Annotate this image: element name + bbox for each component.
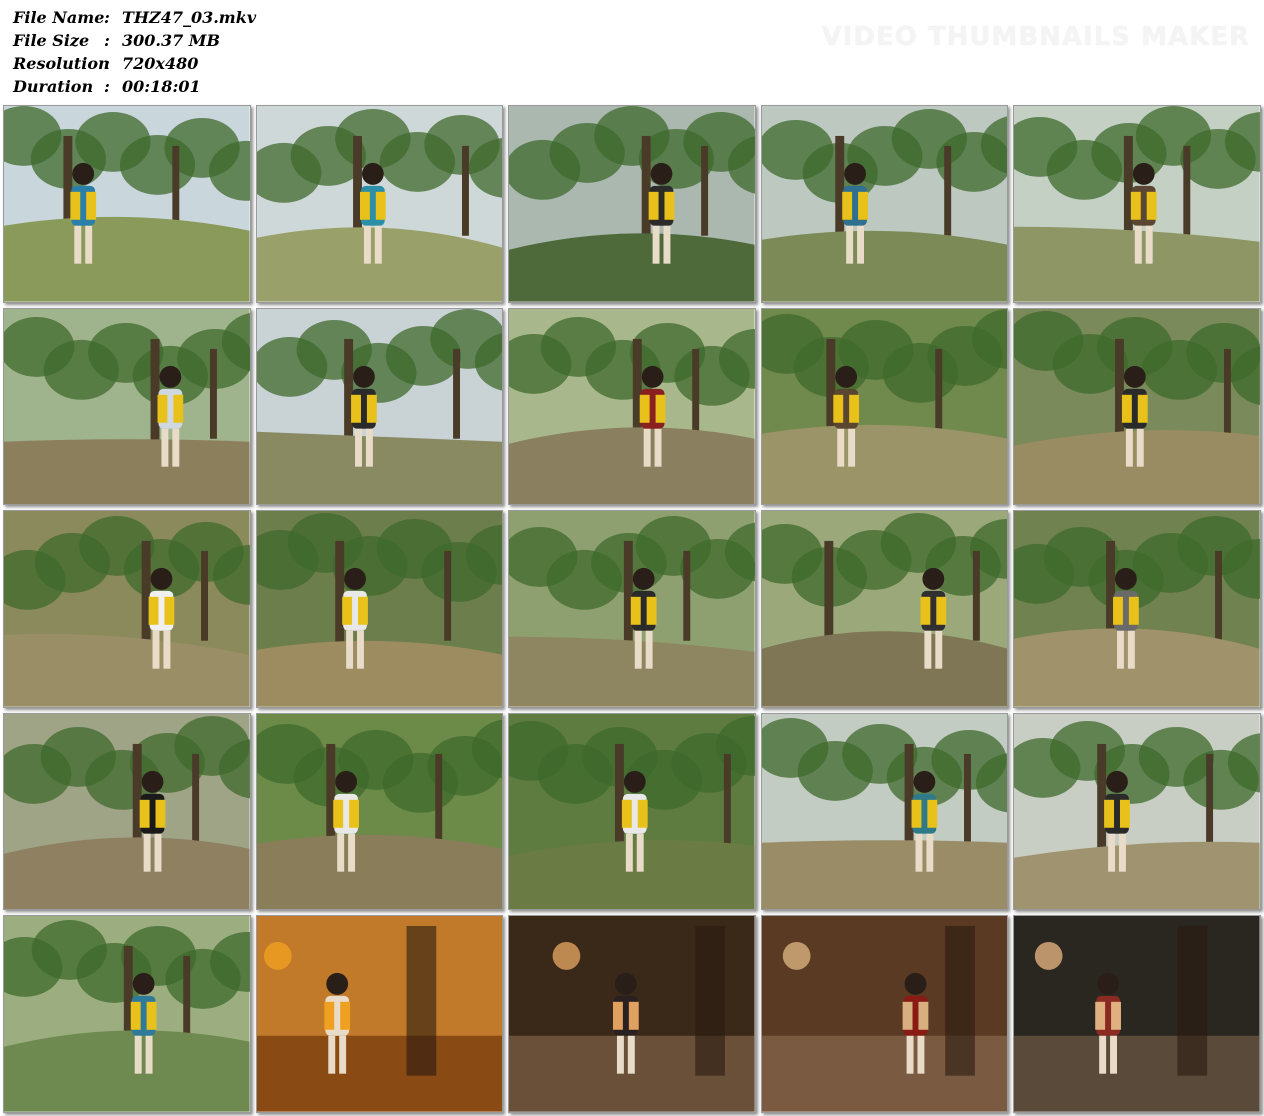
file-info-panel: File Name : THZ47_03.mkv File Size : 300… xyxy=(13,6,256,98)
thumbnail-frame xyxy=(760,510,1009,708)
thumbnail-frame xyxy=(508,915,756,1113)
thumbnail-frame xyxy=(508,307,756,506)
file-name-row: File Name : THZ47_03.mkv xyxy=(13,6,256,29)
thumbnail-frame xyxy=(508,712,756,911)
separator: : xyxy=(104,54,110,73)
thumbnail-image xyxy=(1014,106,1260,302)
thumbnail-image xyxy=(761,308,1008,505)
thumbnail-image xyxy=(1014,916,1260,1112)
thumbnail-frame xyxy=(3,307,251,506)
duration-label: Duration xyxy=(13,77,94,96)
thumbnail-image xyxy=(256,916,503,1112)
thumbnail-frame xyxy=(760,105,1009,303)
thumbnail-frame xyxy=(255,510,504,708)
thumbnail-image xyxy=(1014,713,1260,910)
thumbnail-image xyxy=(256,713,503,910)
file-size-value: 300.37 MB xyxy=(122,31,221,50)
thumbnail-image xyxy=(509,916,755,1112)
file-name-label: File Name xyxy=(13,8,105,27)
thumbnail-frame xyxy=(1013,510,1261,708)
thumbnail-frame xyxy=(3,712,251,911)
thumbnail-image xyxy=(256,308,503,505)
thumbnail-image xyxy=(509,308,755,505)
file-size-label: File Size xyxy=(13,31,90,50)
thumbnail-image xyxy=(761,511,1008,707)
thumbnail-image xyxy=(509,106,755,302)
thumbnail-frame xyxy=(1013,307,1261,506)
thumbnail-image xyxy=(4,511,250,707)
thumbnail-image xyxy=(761,916,1008,1112)
thumbnail-frame xyxy=(3,915,251,1113)
thumbnail-image xyxy=(1014,308,1260,505)
thumbnail-frame xyxy=(255,307,504,506)
thumbnail-image xyxy=(1014,511,1260,707)
thumbnail-image xyxy=(4,916,250,1112)
thumbnail-frame xyxy=(3,510,251,708)
separator: : xyxy=(104,77,110,96)
resolution-label: Resolution xyxy=(13,54,110,73)
thumbnail-frame xyxy=(1013,712,1261,911)
thumbnail-image xyxy=(509,713,755,910)
thumbnail-image xyxy=(761,106,1008,302)
thumbnail-frame xyxy=(3,105,251,303)
thumbnail-frame xyxy=(255,105,504,303)
thumbnail-frame xyxy=(508,510,756,708)
thumbnail-image xyxy=(4,308,250,505)
thumbnail-image xyxy=(4,106,250,302)
thumbnail-frame xyxy=(1013,105,1261,303)
duration-value: 00:18:01 xyxy=(122,77,201,96)
watermark-logo: VIDEO THUMBNAILS MAKER xyxy=(821,22,1250,52)
resolution-row: Resolution : 720x480 xyxy=(13,52,256,75)
separator: : xyxy=(104,31,110,50)
thumbnail-image xyxy=(256,106,503,302)
separator: : xyxy=(104,8,110,27)
thumbnail-image xyxy=(4,713,250,910)
thumbnail-frame xyxy=(760,712,1009,911)
file-name-value: THZ47_03.mkv xyxy=(122,8,257,27)
thumbnail-grid xyxy=(3,105,1261,1113)
thumbnail-frame xyxy=(508,105,756,303)
thumbnail-frame xyxy=(760,307,1009,506)
file-size-row: File Size : 300.37 MB xyxy=(13,29,256,52)
thumbnail-frame xyxy=(255,915,504,1113)
thumbnail-image xyxy=(509,511,755,707)
thumbnail-image xyxy=(256,511,503,707)
resolution-value: 720x480 xyxy=(122,54,199,73)
thumbnail-frame xyxy=(1013,915,1261,1113)
thumbnail-frame xyxy=(760,915,1009,1113)
thumbnail-image xyxy=(761,713,1008,910)
duration-row: Duration : 00:18:01 xyxy=(13,75,256,98)
thumbnail-frame xyxy=(255,712,504,911)
